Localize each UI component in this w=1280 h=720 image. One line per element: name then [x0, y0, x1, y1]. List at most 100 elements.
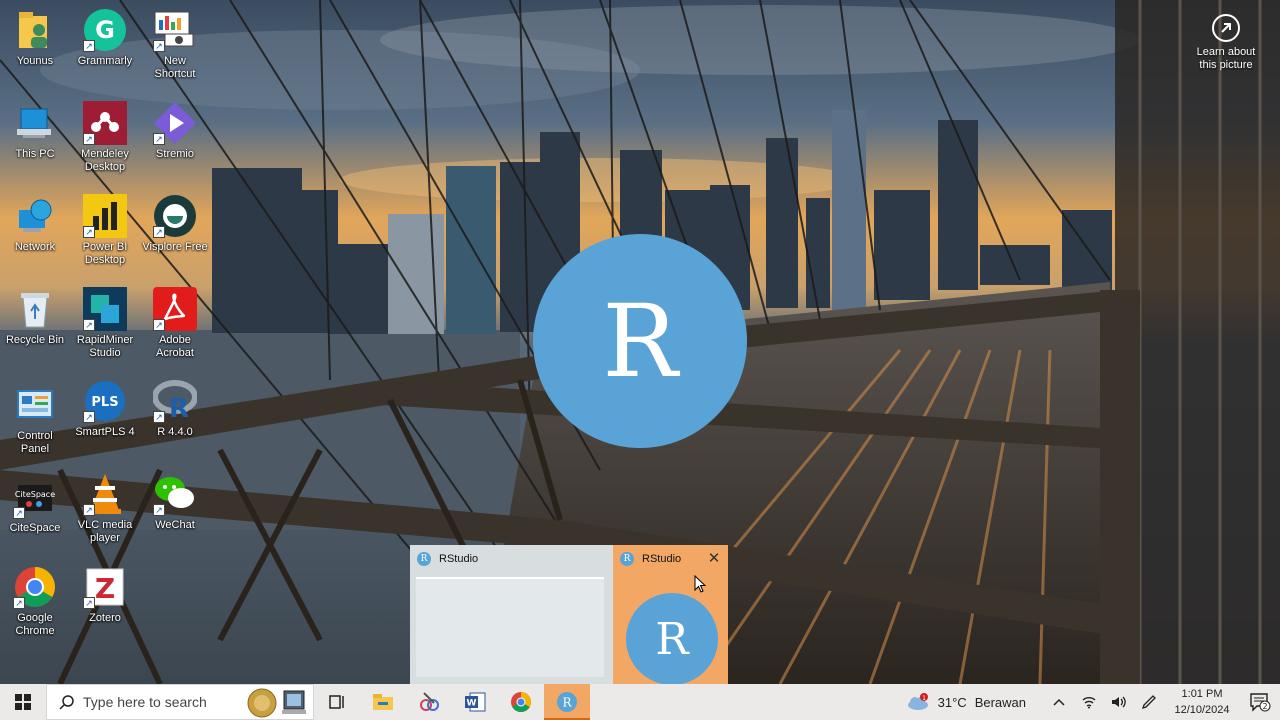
chevron-up-icon: [1053, 698, 1065, 706]
desktop-icon-label: Network: [14, 241, 56, 253]
preview-title: RStudio: [642, 553, 682, 565]
notification-center-button[interactable]: 2: [1240, 684, 1280, 720]
desktop-icon-label: CiteSpace: [9, 522, 61, 534]
desktop-icon-power-bi[interactable]: ↗ Power BI Desktop: [69, 194, 141, 267]
camera-icon: [1212, 14, 1240, 42]
task-view-button[interactable]: [314, 684, 360, 720]
chrome-button[interactable]: [498, 684, 544, 720]
svg-text:CiteSpace: CiteSpace: [15, 490, 55, 499]
search-placeholder: Type here to search: [83, 694, 207, 710]
svg-text:2: 2: [1262, 702, 1267, 711]
snipping-tool-icon: [420, 692, 439, 711]
rstudio-icon: R: [417, 552, 431, 566]
r-icon: R ↗: [153, 379, 197, 423]
desktop-icon-stremio[interactable]: ↗ Stremio: [139, 101, 211, 161]
desktop-icon-recycle-bin[interactable]: Recycle Bin: [0, 287, 71, 347]
pen-button[interactable]: [1134, 684, 1164, 720]
desktop-icon-google-chrome[interactable]: ↗ Google Chrome: [0, 565, 71, 638]
desktop-icon-network[interactable]: Network: [0, 194, 71, 254]
desktop-icon-label: Younus: [16, 55, 54, 67]
clock-time: 1:01 PM: [1181, 688, 1223, 700]
desktop-icon-citespace[interactable]: CiteSpace ↗ CiteSpace: [0, 475, 71, 535]
desktop-icon-wechat[interactable]: ↗ WeChat: [139, 472, 211, 532]
chrome-icon: ↗: [13, 565, 57, 609]
this-pc-icon: [13, 101, 57, 145]
rstudio-preview-1[interactable]: R RStudio: [410, 545, 613, 684]
system-tray: 1 31°C Berawan 1:01 PM 12/10/2024 2: [906, 684, 1280, 720]
weather-condition: Berawan: [974, 694, 1026, 710]
clock-date: 12/10/2024: [1174, 704, 1230, 716]
rstudio-icon: R: [620, 552, 634, 566]
desktop-icon-this-pc[interactable]: This PC: [0, 101, 71, 161]
svg-text:R: R: [562, 696, 572, 710]
search-highlight-images: [247, 688, 307, 718]
desktop-icon-label: Power BI Desktop: [82, 241, 128, 266]
svg-text:W: W: [467, 699, 477, 709]
acrobat-icon: ↗: [153, 287, 197, 331]
learn-about-label: Learn about this picture: [1196, 46, 1256, 71]
user-folder-icon: [13, 8, 57, 52]
learn-about-picture-button[interactable]: Learn about this picture: [1186, 14, 1266, 72]
desktop-icon-label: Mendeley Desktop: [81, 148, 129, 173]
mendeley-icon: ↗: [83, 101, 127, 145]
start-button[interactable]: [0, 684, 46, 720]
volume-button[interactable]: [1104, 684, 1134, 720]
task-view-icon: [329, 695, 344, 709]
desktop-icon-mendeley[interactable]: ↗ Mendeley Desktop: [69, 101, 141, 174]
desktop-icon-vlc[interactable]: ↗ VLC media player: [69, 472, 141, 545]
desktop-icon-label: Google Chrome: [15, 612, 55, 637]
desktop-icon-smartpls[interactable]: PLS ↗ SmartPLS 4: [69, 379, 141, 439]
svg-text:G: G: [95, 16, 115, 44]
file-explorer-button[interactable]: [360, 684, 406, 720]
svg-text:Z: Z: [95, 572, 115, 605]
window-preview-content: [416, 577, 604, 677]
desktop-icon-label: Control Panel: [17, 430, 53, 455]
rstudio-taskbar-button[interactable]: R: [544, 684, 590, 720]
search-box[interactable]: Type here to search: [46, 684, 314, 720]
notification-icon: 2: [1250, 693, 1271, 712]
rstudio-splash-logo: R: [533, 234, 747, 448]
desktop-icon-label: Visplore Free: [142, 241, 208, 253]
desktop-icon-label: SmartPLS 4: [75, 426, 135, 438]
desktop-icon-label: Adobe Acrobat: [156, 334, 194, 359]
clock[interactable]: 1:01 PM 12/10/2024: [1170, 686, 1234, 718]
desktop-icon-label: VLC media player: [77, 519, 133, 544]
svg-text:R: R: [169, 394, 189, 423]
word-button[interactable]: W: [452, 684, 498, 720]
folder-icon: [373, 694, 393, 710]
snipping-tool-button[interactable]: [406, 684, 452, 720]
mouse-cursor-icon: [694, 575, 706, 593]
rstudio-icon: R: [557, 692, 577, 712]
rapidminer-icon: ↗: [83, 287, 127, 331]
desktop-icon-label: WeChat: [155, 519, 195, 531]
word-icon: W: [465, 692, 486, 712]
network-icon: [13, 194, 57, 238]
wechat-icon: ↗: [153, 472, 197, 516]
recycle-bin-icon: [13, 287, 57, 331]
cloud-icon: 1: [907, 693, 928, 710]
desktop-icon-new-shortcut[interactable]: ↗ New Shortcut: [139, 8, 211, 81]
close-preview-button[interactable]: ✕: [706, 551, 722, 567]
network-status-button[interactable]: [1074, 684, 1104, 720]
chrome-icon: [511, 692, 531, 712]
desktop-icon-grammarly[interactable]: G ↗ Grammarly: [69, 8, 141, 68]
preview-letter: R: [655, 613, 689, 665]
svg-text:PLS: PLS: [91, 395, 118, 410]
show-hidden-icons-button[interactable]: [1044, 684, 1074, 720]
search-icon: [59, 695, 74, 710]
desktop-icon-visplore[interactable]: ↗ Visplore Free: [139, 194, 211, 254]
desktop-icon-zotero[interactable]: Z ↗ Zotero: [69, 565, 141, 625]
desktop-icon-rapidminer[interactable]: ↗ RapidMiner Studio: [69, 287, 141, 360]
svg-text:1: 1: [922, 695, 926, 702]
desktop-icon-younus[interactable]: Younus: [0, 8, 71, 68]
splash-letter: R: [602, 282, 678, 400]
zotero-icon: Z ↗: [83, 565, 127, 609]
desktop-icon-r[interactable]: R ↗ R 4.4.0: [139, 379, 211, 439]
rstudio-preview-2[interactable]: R RStudio ✕ R: [613, 545, 728, 685]
desktop-icon-adobe-acrobat[interactable]: ↗ Adobe Acrobat: [139, 287, 211, 360]
weather-widget[interactable]: 1 31°C Berawan: [906, 693, 1026, 711]
desktop-icon-label: R 4.4.0: [157, 426, 193, 438]
vlc-icon: ↗: [83, 472, 127, 516]
wifi-icon: [1082, 697, 1096, 709]
desktop-icon-control-panel[interactable]: Control Panel: [0, 383, 71, 456]
